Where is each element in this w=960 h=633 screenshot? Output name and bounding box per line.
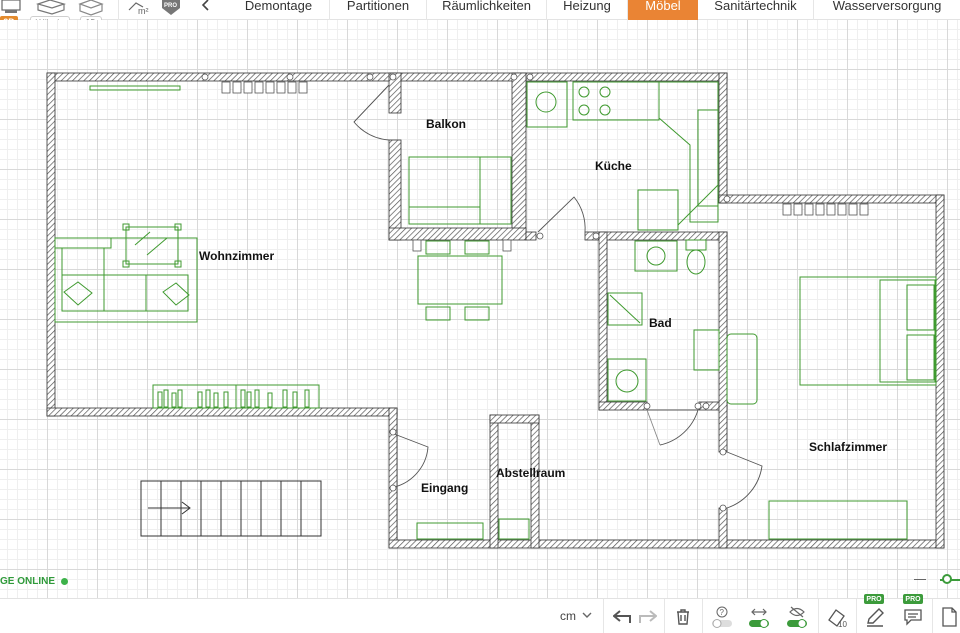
zoom-slider-handle[interactable] xyxy=(942,574,952,584)
svg-text:10: 10 xyxy=(838,620,847,628)
room-label-abstellraum[interactable]: Abstellraum xyxy=(496,466,565,480)
app-window: 2D Wände 3D m² PRO Demontage Partitionen… xyxy=(0,0,960,633)
draw-tool-button[interactable] xyxy=(862,599,888,633)
redo-icon xyxy=(639,609,657,623)
staircase-icon xyxy=(140,480,322,537)
comment-button[interactable] xyxy=(900,599,926,633)
online-dot-icon xyxy=(61,578,69,585)
pro-shield-icon: PRO xyxy=(162,0,180,15)
top-toolbar: 2D Wände 3D m² PRO Demontage Partitionen… xyxy=(0,0,960,29)
pro-badge: PRO xyxy=(903,594,923,604)
storage-shelf-icon xyxy=(498,518,530,540)
bed-icon xyxy=(799,276,937,386)
bookshelf-icon xyxy=(152,384,320,409)
document-icon xyxy=(942,606,957,627)
svg-text:m²: m² xyxy=(138,6,149,16)
wardrobe-icon xyxy=(768,500,908,540)
area-icon: m² xyxy=(128,2,149,16)
dining-table-icon xyxy=(417,240,503,321)
comment-icon xyxy=(904,608,922,626)
level-icon: 10 xyxy=(828,608,847,628)
armchair-icon xyxy=(726,333,758,405)
svg-text:?: ? xyxy=(720,608,725,617)
tab-partitionen[interactable]: Partitionen xyxy=(330,0,427,21)
toggle-off-icon xyxy=(712,618,732,628)
undo-button[interactable] xyxy=(610,599,634,633)
dimensions-icon xyxy=(751,608,767,615)
svg-text:PRO: PRO xyxy=(164,3,177,9)
room-label-kueche[interactable]: Küche xyxy=(595,159,632,173)
floorplan-canvas[interactable]: Wohnzimmer Balkon Küche Bad Schlafzimmer… xyxy=(0,20,960,598)
tab-moebel[interactable]: Möbel xyxy=(628,0,698,21)
eye-off-icon xyxy=(789,606,805,617)
chevron-down-icon xyxy=(582,612,592,618)
dimensions-toggle[interactable] xyxy=(744,599,774,633)
pro-feature-button[interactable]: PRO xyxy=(160,0,184,20)
level-button[interactable]: 10 xyxy=(824,599,850,633)
chevron-left-icon xyxy=(201,0,209,11)
unit-select[interactable]: cm xyxy=(560,609,592,623)
visibility-toggle[interactable] xyxy=(782,599,812,633)
online-status: GE ONLINE xyxy=(0,576,69,587)
room-label-balkon[interactable]: Balkon xyxy=(426,117,466,131)
doors xyxy=(353,84,763,509)
redo-button[interactable] xyxy=(636,599,660,633)
trash-icon xyxy=(677,608,689,625)
pro-badge: PRO xyxy=(864,594,884,604)
online-status-text: GE ONLINE xyxy=(0,576,56,587)
toggle-on-icon xyxy=(787,618,807,628)
pencil-icon xyxy=(867,607,884,627)
room-label-wohnzimmer[interactable]: Wohnzimmer xyxy=(199,249,274,263)
tv-unit-icon xyxy=(89,85,181,91)
toggle-on-icon xyxy=(749,618,769,628)
tab-heizung[interactable]: Heizung xyxy=(547,0,628,21)
unit-value: cm xyxy=(560,609,576,623)
floorplan xyxy=(46,72,945,549)
balcony-bench-icon xyxy=(408,156,512,225)
scroll-tabs-left-button[interactable] xyxy=(196,0,216,20)
tab-wasserversorgung[interactable]: Wasserversorgung xyxy=(814,0,960,21)
question-icon: ? xyxy=(716,606,728,617)
bottom-toolbar: cm ? 10 PRO PRO xyxy=(0,594,960,633)
undo-icon xyxy=(613,609,631,623)
area-m2-button[interactable]: m² xyxy=(126,0,154,20)
shoe-rack-icon xyxy=(416,522,484,540)
help-toggle[interactable]: ? xyxy=(708,599,736,633)
zoom-out-icon[interactable] xyxy=(914,579,926,580)
delete-button[interactable] xyxy=(670,599,696,633)
room-label-bad[interactable]: Bad xyxy=(649,316,672,330)
plan-2d-icon xyxy=(1,0,21,13)
walls-icon xyxy=(35,0,67,15)
tab-raeumlichkeiten[interactable]: Räumlichkeiten xyxy=(427,0,547,21)
export-button[interactable] xyxy=(938,599,960,633)
tab-demontage[interactable]: Demontage xyxy=(228,0,330,21)
divider xyxy=(118,0,119,20)
coffee-table-icon xyxy=(122,223,182,268)
room-label-schlafzimmer[interactable]: Schlafzimmer xyxy=(809,440,887,454)
tab-sanitaertechnik[interactable]: Sanitärtechnik xyxy=(698,0,814,21)
room-label-eingang[interactable]: Eingang xyxy=(421,481,468,495)
cube-3d-icon xyxy=(78,0,104,16)
kitchen-counter-icon xyxy=(526,81,719,231)
